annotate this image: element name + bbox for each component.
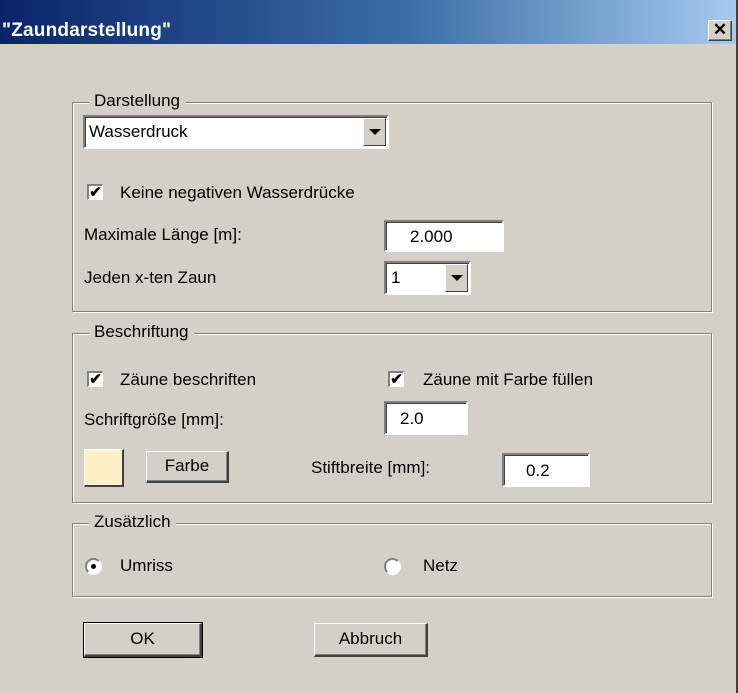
- close-button[interactable]: ✕: [708, 20, 732, 41]
- ok-button[interactable]: OK: [83, 622, 203, 658]
- fill-color-swatch[interactable]: [84, 449, 124, 487]
- outline-radio-label: Umriss: [120, 556, 173, 575]
- group-darstellung: Darstellung Wasserdruck ✔ Keine negative…: [72, 91, 712, 312]
- every-nth-fence-label: Jeden x-ten Zaun: [84, 268, 217, 287]
- display-type-value: Wasserdruck: [89, 122, 188, 141]
- window-title: "Zaundarstellung": [2, 20, 172, 41]
- every-nth-fence-dropdown-arrow[interactable]: [445, 264, 468, 292]
- pen-width-input[interactable]: 0.2: [502, 453, 590, 487]
- radio-selected-dot: [91, 564, 96, 569]
- checkmark-icon: ✔: [89, 184, 102, 201]
- font-size-label: Schriftgröße [mm]:: [84, 410, 224, 429]
- display-type-dropdown-arrow[interactable]: [363, 118, 386, 146]
- max-length-input[interactable]: 2.000: [384, 220, 504, 252]
- mesh-radio[interactable]: [384, 558, 401, 575]
- color-button[interactable]: Farbe: [146, 451, 229, 483]
- every-nth-fence-dropdown[interactable]: 1: [384, 261, 471, 295]
- group-beschriftung: Beschriftung ✔ Zäune beschriften ✔ Zäune…: [72, 322, 712, 503]
- outline-radio[interactable]: [85, 558, 102, 575]
- font-size-value: 2.0: [400, 409, 424, 428]
- checkmark-icon: ✔: [390, 371, 403, 388]
- no-negative-pressure-label: Keine negativen Wasserdrücke: [120, 183, 355, 202]
- label-fences-label: Zäune beschriften: [120, 370, 257, 389]
- pen-width-label: Stiftbreite [mm]:: [311, 458, 431, 477]
- label-fences-checkbox[interactable]: ✔: [87, 371, 103, 387]
- checkmark-icon: ✔: [89, 371, 102, 388]
- cancel-button[interactable]: Abbruch: [314, 623, 428, 657]
- font-size-input[interactable]: 2.0: [384, 401, 468, 435]
- group-zusaetzlich-legend: Zusätzlich: [89, 512, 176, 532]
- display-type-dropdown[interactable]: Wasserdruck: [83, 115, 389, 149]
- group-zusaetzlich: Zusätzlich Umriss Netz: [72, 512, 712, 597]
- fill-fences-checkbox[interactable]: ✔: [388, 371, 404, 387]
- no-negative-pressure-checkbox[interactable]: ✔: [87, 184, 103, 200]
- group-darstellung-legend: Darstellung: [89, 91, 185, 111]
- every-nth-fence-value: 1: [391, 268, 401, 287]
- fill-fences-label: Zäune mit Farbe füllen: [423, 370, 594, 389]
- mesh-radio-label: Netz: [423, 556, 458, 575]
- max-length-value: 2.000: [410, 227, 453, 246]
- group-beschriftung-legend: Beschriftung: [89, 322, 194, 342]
- max-length-label: Maximale Länge [m]:: [84, 225, 242, 244]
- chevron-down-icon: [368, 129, 381, 135]
- title-bar[interactable]: "Zaundarstellung" ✕: [0, 0, 738, 44]
- close-icon: ✕: [712, 20, 728, 39]
- pen-width-value: 0.2: [526, 461, 550, 480]
- chevron-down-icon: [450, 275, 463, 281]
- dialog-window: "Zaundarstellung" ✕ Darstellung Wasserdr…: [0, 0, 738, 693]
